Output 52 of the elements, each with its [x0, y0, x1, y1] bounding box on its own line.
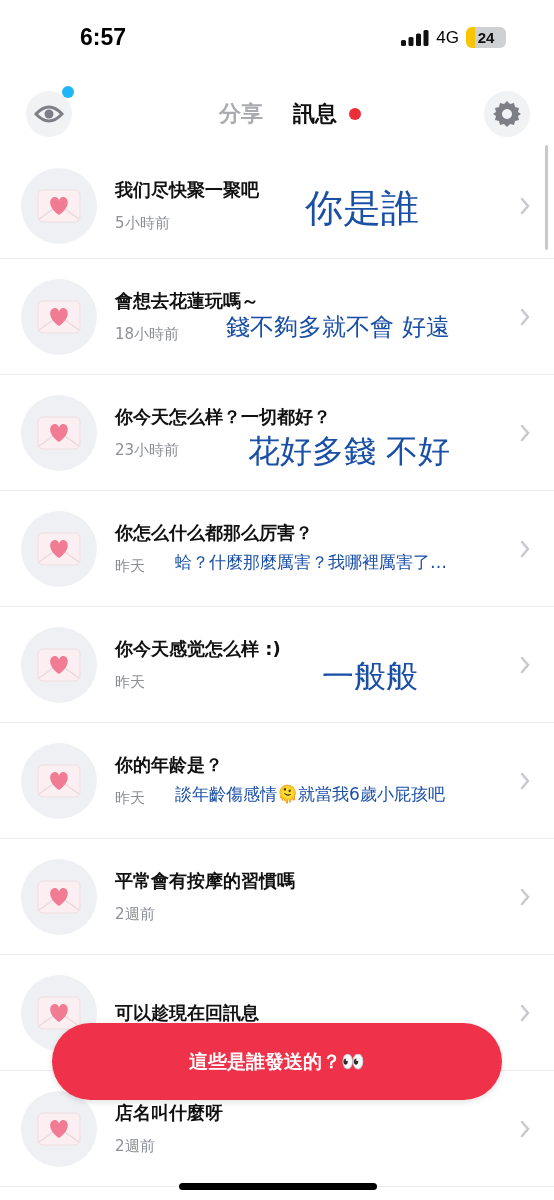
tab[interactable]: 分享	[219, 99, 263, 129]
settings-button[interactable]	[484, 91, 530, 137]
message-text: 會想去花蓮玩嗎～	[115, 289, 259, 313]
chevron-right-icon	[520, 887, 530, 906]
message-text: 你今天感觉怎么样 :)	[115, 637, 281, 661]
message-time: 5小時前	[115, 214, 170, 233]
chevron-right-icon	[520, 539, 530, 558]
signal-icon	[401, 29, 430, 46]
chevron-right-icon	[520, 307, 530, 326]
handwritten-note: 你是誰	[305, 185, 419, 232]
heart-envelope-icon	[37, 415, 81, 450]
message-text: 你今天怎么样？一切都好？	[115, 405, 331, 429]
message-text: 可以趁現在回訊息	[115, 1000, 259, 1025]
heart-envelope-icon	[37, 531, 81, 566]
message-text: 店名叫什麼呀	[115, 1101, 223, 1125]
heart-envelope-icon	[37, 1111, 81, 1146]
chevron-right-icon	[520, 1119, 530, 1138]
eye-button[interactable]	[26, 91, 72, 137]
message-time: 23小時前	[115, 441, 180, 460]
network-label: 4G	[436, 27, 459, 48]
message-time: 昨天	[115, 557, 145, 576]
handwritten-note: 花好多錢 不好	[248, 431, 451, 472]
message-time: 昨天	[115, 789, 145, 808]
handwritten-note: 一般般	[322, 656, 418, 697]
heart-envelope-icon	[37, 647, 81, 682]
handwritten-note: 談年齡傷感情🫠就當我6歲小屁孩吧	[175, 783, 445, 806]
heart-envelope-icon	[37, 995, 81, 1030]
handwritten-note: 蛤？什麼那麼厲害？我哪裡厲害了…	[175, 551, 447, 574]
message-text: 你怎么什么都那么厉害？	[115, 521, 313, 545]
chevron-right-icon	[520, 196, 530, 215]
message-text: 我们尽快聚一聚吧	[115, 178, 259, 202]
chevron-right-icon	[520, 1003, 530, 1022]
tab[interactable]: 訊息	[293, 99, 337, 129]
eye-icon	[34, 104, 64, 124]
message-time: 18小時前	[115, 325, 180, 344]
heart-envelope-icon	[37, 299, 81, 334]
message-text: 平常會有按摩的習慣嗎	[115, 869, 295, 893]
chevron-right-icon	[520, 771, 530, 790]
status-time: 6:57	[80, 24, 127, 51]
heart-envelope-icon	[37, 188, 81, 223]
handwritten-note: 錢不夠多就不會 好遠	[226, 312, 450, 343]
battery-indicator: 24	[466, 27, 506, 48]
message-time: 2週前	[115, 905, 155, 924]
message-time: 2週前	[115, 1137, 155, 1156]
chevron-right-icon	[520, 423, 530, 442]
chevron-right-icon	[520, 655, 530, 674]
message-time: 昨天	[115, 673, 145, 692]
heart-envelope-icon	[37, 763, 81, 798]
settings-icon	[493, 100, 521, 128]
heart-envelope-icon	[37, 879, 81, 914]
message-text: 你的年龄是？	[115, 753, 223, 777]
who-sent-button[interactable]: 這些是誰發送的？👀	[52, 1023, 502, 1100]
